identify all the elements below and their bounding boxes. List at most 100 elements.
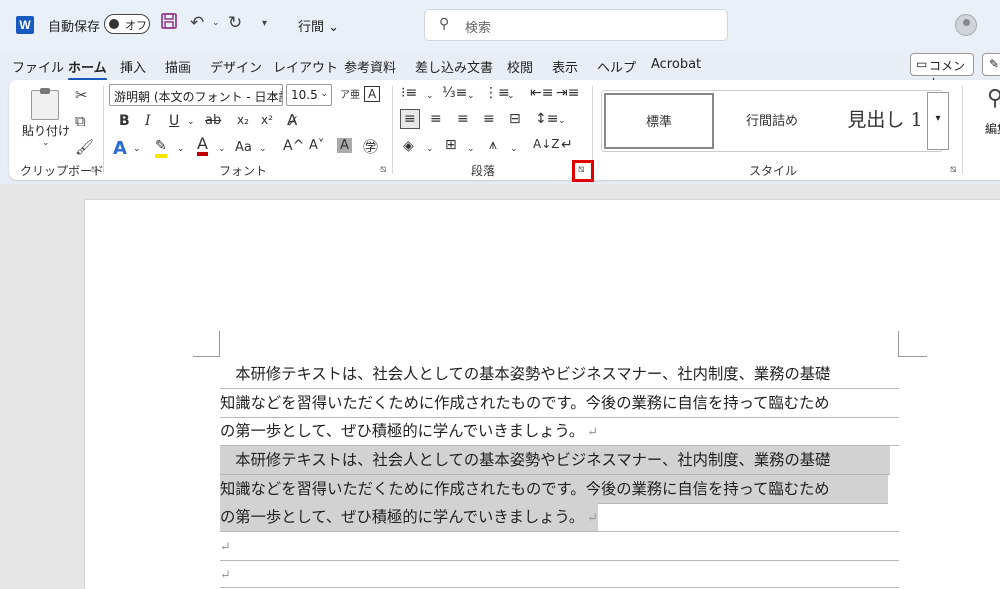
tab-references[interactable]: 参考資料 — [344, 57, 396, 76]
line-spacing-dropdown-icon[interactable]: ⌄ — [558, 116, 566, 126]
editing-button-label[interactable]: 編集 — [985, 120, 1000, 137]
borders-icon[interactable]: ⊞ — [445, 137, 457, 153]
style-gallery: 標準 行間詰め 見出し 1 — [601, 90, 943, 152]
align-left-icon[interactable]: ≡ — [400, 109, 420, 129]
paste-button-label[interactable]: 貼り付け — [22, 122, 70, 139]
bullets-dropdown-icon[interactable]: ⌄ — [426, 91, 434, 101]
shading-dropdown-icon[interactable]: ⌄ — [426, 144, 434, 154]
tab-acrobat[interactable]: Acrobat — [651, 57, 701, 72]
font-size-select[interactable]: 10.5 ⌄ — [286, 84, 332, 106]
tab-review[interactable]: 校閲 — [507, 57, 533, 76]
cut-icon[interactable]: ✂ — [75, 86, 88, 104]
clipboard-launcher-icon[interactable]: ⧅ — [91, 164, 97, 175]
customize-qat-icon[interactable]: ▾ — [262, 18, 267, 29]
italic-button[interactable]: I — [145, 113, 151, 129]
text-line[interactable]: 知識などを習得いただくために作成されたものです。今後の業務に自信を持って臨むため — [220, 389, 899, 418]
justify-icon[interactable]: ≡ — [483, 111, 495, 127]
font-name-select[interactable]: 游明朝 (本文のフォント - 日本語) ⌄ — [109, 84, 283, 106]
strikethrough-button[interactable]: ab — [205, 113, 221, 128]
search-input[interactable]: ⚲ 検索 — [424, 9, 728, 41]
line-spacing-icon[interactable]: ↕≡ — [535, 111, 558, 127]
undo-dropdown-icon[interactable]: ⌄ — [212, 18, 220, 28]
sort-icon[interactable]: A↓Z — [533, 137, 559, 151]
tab-file[interactable]: ファイル — [12, 57, 64, 76]
change-case-button[interactable]: Aa — [235, 140, 252, 155]
increase-indent-icon[interactable]: ⇥≡ — [556, 85, 579, 101]
tab-insert[interactable]: 挿入 — [120, 57, 146, 76]
multilevel-list-icon[interactable]: ⋮≡ — [484, 85, 510, 101]
numbering-icon[interactable]: ⅓≡ — [442, 85, 467, 101]
highlight-dropdown-icon[interactable]: ⌄ — [177, 144, 185, 154]
paste-icon[interactable] — [31, 88, 59, 120]
asian-layout-icon[interactable]: ⩚ — [489, 137, 497, 153]
superscript-button[interactable]: x² — [261, 113, 273, 127]
tab-help[interactable]: ヘルプ — [597, 57, 636, 76]
grow-font-button[interactable]: A^ — [283, 138, 304, 154]
font-color-dropdown-icon[interactable]: ⌄ — [218, 144, 226, 154]
tab-draw[interactable]: 描画 — [165, 57, 191, 76]
save-icon[interactable] — [161, 13, 177, 34]
tab-mailings[interactable]: 差し込み文書 — [415, 57, 493, 76]
bullets-icon[interactable]: ⁝≡ — [401, 85, 417, 101]
align-right-icon[interactable]: ≡ — [457, 111, 469, 127]
text-line-selected[interactable]: の第一歩として、ぜひ積極的に学んでいきましょう。 ↵ — [220, 503, 899, 532]
styles-launcher-icon[interactable]: ⧅ — [950, 164, 956, 175]
character-border-icon[interactable]: A — [364, 86, 381, 102]
style-heading-1[interactable]: 見出し 1 — [830, 93, 940, 149]
undo-icon[interactable]: ↶ — [190, 13, 204, 33]
format-painter-icon[interactable]: 🖌 — [75, 138, 94, 156]
copy-icon[interactable]: ⧉ — [75, 112, 86, 130]
pen-icon: ✎ — [989, 57, 1000, 71]
tab-view[interactable]: 表示 — [552, 57, 578, 76]
text-effects-icon[interactable]: A — [113, 138, 127, 159]
text-line-empty[interactable]: ↵ — [220, 560, 899, 588]
paste-dropdown-icon[interactable]: ⌄ — [42, 138, 50, 148]
editing-mode-button[interactable]: ✎ — [982, 53, 1000, 76]
style-normal[interactable]: 標準 — [604, 93, 714, 149]
autosave-toggle[interactable]: オフ — [104, 14, 150, 34]
selection-highlight: の第一歩として、ぜひ積極的に学んでいきましょう。 ↵ — [220, 503, 599, 531]
character-shading-icon[interactable]: A — [337, 138, 352, 153]
enclosed-character-icon[interactable]: ㊫ — [363, 136, 378, 157]
phonetic-guide-icon[interactable]: ア亜 — [340, 86, 360, 101]
tab-layout[interactable]: レイアウト — [273, 57, 338, 76]
show-marks-icon[interactable]: ↵ — [561, 137, 573, 153]
line-text: 本研修テキストは、社会人としての基本姿勢やビジネスマナー、社内制度、業務の基礎 — [220, 365, 831, 383]
style-gallery-more-button[interactable]: ▾ — [927, 92, 949, 150]
bold-button[interactable]: B — [119, 113, 130, 129]
comment-button[interactable]: ▭ コメント — [910, 53, 974, 90]
align-center-icon[interactable]: ≡ — [430, 111, 442, 127]
style-no-spacing[interactable]: 行間詰め — [717, 93, 827, 149]
shading-icon[interactable]: ◈ — [403, 138, 414, 154]
decrease-indent-icon[interactable]: ⇤≡ — [530, 85, 553, 101]
change-case-dropdown-icon[interactable]: ⌄ — [259, 144, 267, 154]
underline-dropdown-icon[interactable]: ⌄ — [187, 117, 195, 127]
numbering-dropdown-icon[interactable]: ⌄ — [467, 91, 475, 101]
divider — [392, 86, 393, 174]
text-line-empty[interactable]: ↵ — [220, 532, 899, 561]
margin-corner — [193, 356, 220, 357]
paragraph-launcher-button[interactable]: ⧅ — [572, 160, 594, 182]
multilevel-dropdown-icon[interactable]: ⌄ — [507, 91, 515, 101]
text-line-selected[interactable]: 知識などを習得いただくために作成されたものです。今後の業務に自信を持って臨むため — [220, 475, 888, 504]
text-line[interactable]: の第一歩として、ぜひ積極的に学んでいきましょう。 ↵ — [220, 417, 899, 446]
search-icon[interactable]: ⚲ — [987, 86, 1000, 111]
borders-dropdown-icon[interactable]: ⌄ — [467, 144, 475, 154]
clear-formatting-icon[interactable]: A̷ — [287, 111, 297, 129]
tab-design[interactable]: デザイン — [210, 57, 262, 76]
text-line[interactable]: 本研修テキストは、社会人としての基本姿勢やビジネスマナー、社内制度、業務の基礎 — [220, 360, 899, 389]
tab-home[interactable]: ホーム — [68, 57, 107, 81]
font-color-icon[interactable]: A — [197, 136, 208, 156]
shrink-font-button[interactable]: A˅ — [309, 138, 324, 153]
highlight-color-icon[interactable]: ✎ — [155, 138, 167, 158]
text-line-selected[interactable]: 本研修テキストは、社会人としての基本姿勢やビジネスマナー、社内制度、業務の基礎 — [220, 446, 890, 475]
user-avatar[interactable] — [955, 14, 977, 36]
redo-icon[interactable]: ↻ — [228, 13, 242, 33]
distributed-icon[interactable]: ⊟ — [509, 111, 521, 127]
subscript-button[interactable]: x₂ — [237, 113, 249, 127]
font-launcher-icon[interactable]: ⧅ — [380, 164, 386, 175]
text-effects-dropdown-icon[interactable]: ⌄ — [133, 144, 141, 154]
asian-layout-dropdown-icon[interactable]: ⌄ — [510, 144, 518, 154]
document-title[interactable]: 行間 ⌄ — [298, 16, 339, 35]
underline-button[interactable]: U — [169, 113, 179, 129]
